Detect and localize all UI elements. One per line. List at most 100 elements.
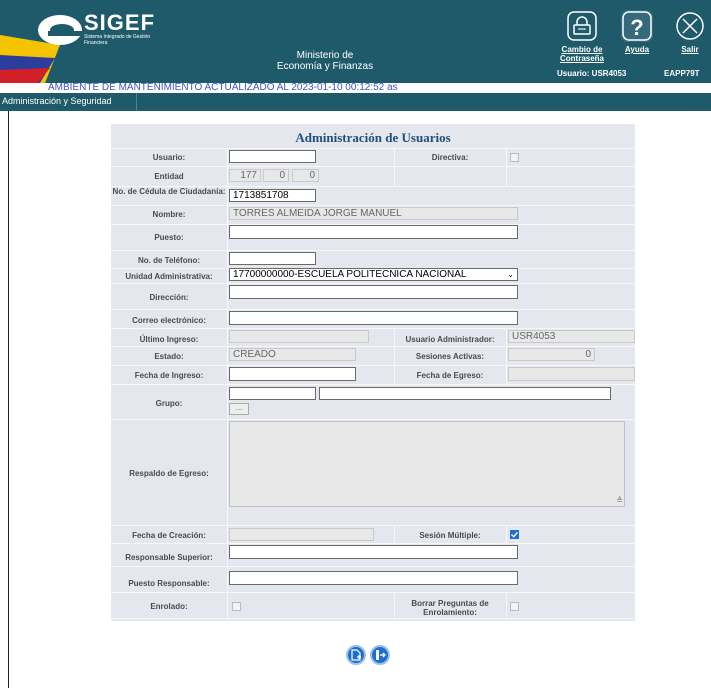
entidad-label: Entidad xyxy=(154,172,184,181)
nombre-field: TORRES ALMEIDA JORGE MANUEL xyxy=(229,207,518,220)
grid-line xyxy=(111,618,635,619)
puesto-input[interactable] xyxy=(229,225,518,239)
sesiones-label: Sesiones Activas: xyxy=(415,352,485,361)
app-header: SIGEF Sistema Integrado de Gestión Finan… xyxy=(0,0,711,83)
fecha-egreso-label: Fecha de Egreso: xyxy=(416,371,484,380)
correo-label: Correo electrónico: xyxy=(132,316,206,325)
entidad-code-2: 0 xyxy=(263,169,289,182)
usuario-admin-label: Usuario Administrador: xyxy=(405,335,495,344)
left-border xyxy=(8,111,9,688)
ministry-line-2: Economía y Finanzas xyxy=(276,61,374,72)
exit-icon xyxy=(376,650,386,660)
respaldo-textarea[interactable]: ≜ xyxy=(229,421,625,507)
puesto-responsable-input[interactable] xyxy=(229,571,518,585)
responsable-superior-label: Responsable Superior: xyxy=(125,553,213,562)
grid-line xyxy=(111,566,635,567)
grid-line xyxy=(111,419,635,420)
close-x-icon xyxy=(674,10,706,42)
help-label: Ayuda xyxy=(624,45,650,54)
change-password-label: Cambio de Contraseña xyxy=(559,45,604,63)
telefono-input[interactable] xyxy=(229,252,316,265)
entidad-code-1: 177 xyxy=(229,169,261,182)
correo-input[interactable] xyxy=(229,311,518,325)
current-user: Usuario: USR4053 xyxy=(557,69,627,78)
menu-item-admin-security[interactable]: Administración y Seguridad xyxy=(2,96,112,106)
enrolado-label: Enrolado: xyxy=(150,602,188,611)
new-document-button[interactable] xyxy=(346,645,366,665)
grid-line xyxy=(111,543,635,544)
grid-line xyxy=(111,250,635,251)
new-document-icon xyxy=(351,649,361,661)
svg-text:****: **** xyxy=(578,28,586,34)
cedula-input[interactable]: 1713851708 xyxy=(229,189,316,202)
exit-button[interactable] xyxy=(370,645,390,665)
environment-code: EAPP79T xyxy=(664,69,700,78)
ministry-line-1: Ministerio de xyxy=(296,50,354,61)
svg-text:?: ? xyxy=(630,15,643,40)
ultimo-ingreso-field xyxy=(229,330,369,343)
fecha-creacion-field xyxy=(229,528,374,541)
sesiones-field: 0 xyxy=(508,348,595,361)
fecha-creacion-label: Fecha de Creación: xyxy=(132,531,206,540)
grupo-label: Grupo: xyxy=(155,399,183,408)
logo-subtitle: Sistema Integrado de Gestión Financiera xyxy=(84,34,151,46)
cedula-label: No. de Cédula de Ciudadanía: xyxy=(112,187,226,196)
grid-line xyxy=(506,592,507,618)
grid-line xyxy=(111,205,635,206)
grid-line xyxy=(506,525,507,543)
puesto-label: Puesto: xyxy=(154,233,184,242)
checkmark-icon xyxy=(511,531,519,538)
menu-separator xyxy=(136,93,137,111)
grid-line xyxy=(506,328,507,384)
form-title: Administración de Usuarios xyxy=(295,130,451,145)
respaldo-label: Respaldo de Egreso: xyxy=(129,469,209,478)
responsable-superior-input[interactable] xyxy=(229,545,518,559)
resize-grip-icon: ≜ xyxy=(616,496,623,505)
grid-line xyxy=(227,148,228,618)
logout-button[interactable]: Salir xyxy=(660,10,711,54)
grid-line xyxy=(111,166,635,167)
grupo-name-input[interactable] xyxy=(319,387,611,400)
entidad-code-3: 0 xyxy=(292,169,319,182)
unidad-select[interactable]: 17700000000-ESCUELA POLITECNICA NACIONAL… xyxy=(229,268,518,281)
unidad-label: Unidad Administrativa: xyxy=(125,272,213,281)
directiva-checkbox[interactable] xyxy=(510,153,519,162)
telefono-label: No. de Teléfono: xyxy=(137,256,201,265)
direccion-input[interactable] xyxy=(229,285,518,299)
fecha-ingreso-label: Fecha de Ingreso: xyxy=(134,371,204,380)
grid-line xyxy=(111,365,635,366)
ultimo-ingreso-label: Último Ingreso: xyxy=(139,335,199,344)
password-key-icon: **** xyxy=(566,10,598,42)
usuario-admin-field: USR4053 xyxy=(508,330,635,343)
ministry-name: Ministerio de Economía y Finanzas xyxy=(250,50,400,72)
estado-label: Estado: xyxy=(154,352,184,361)
usuario-input[interactable] xyxy=(229,150,316,163)
grid-line xyxy=(111,346,635,347)
puesto-responsable-label: Puesto Responsable: xyxy=(128,579,210,588)
logout-label: Salir xyxy=(681,45,699,54)
fecha-egreso-field xyxy=(508,367,635,381)
fecha-ingreso-input[interactable] xyxy=(229,367,356,381)
chevron-down-icon: ⌄ xyxy=(507,270,514,279)
usuario-label: Usuario: xyxy=(152,153,186,162)
grid-line xyxy=(111,525,635,526)
nombre-label: Nombre: xyxy=(152,210,186,219)
grupo-code-input[interactable] xyxy=(229,387,316,400)
help-button[interactable]: ? Ayuda xyxy=(607,10,667,54)
change-password-button[interactable]: **** Cambio de Contraseña xyxy=(552,10,612,63)
borrar-preguntas-label: Borrar Preguntas de Enrolamiento: xyxy=(411,599,489,617)
borrar-preguntas-checkbox[interactable] xyxy=(510,602,519,611)
grid-line xyxy=(111,283,635,284)
grupo-lookup-button[interactable]: ... xyxy=(229,403,249,415)
estado-field: CREADO xyxy=(229,348,356,361)
enrolado-checkbox[interactable] xyxy=(232,602,241,611)
grid-line xyxy=(111,384,635,385)
grid-line xyxy=(111,148,635,149)
help-question-icon: ? xyxy=(621,10,653,42)
direccion-label: Dirección: xyxy=(149,293,189,302)
unidad-select-value: 17700000000-ESCUELA POLITECNICA NACIONAL xyxy=(233,269,467,280)
grid-line xyxy=(111,328,635,329)
grid-line xyxy=(111,309,635,310)
logo-text: SIGEF xyxy=(84,10,156,35)
sesion-multiple-checkbox[interactable] xyxy=(510,530,519,539)
